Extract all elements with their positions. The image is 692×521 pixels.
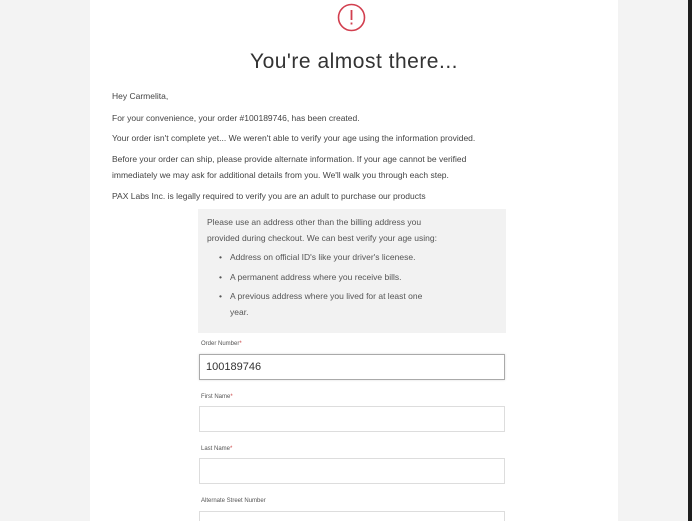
ship-info-text-1: Before your order can ship, please provi… [112,154,467,164]
last-name-label: Last Name* [201,446,232,452]
label-text: First Name [201,394,231,400]
order-number-label: Order Number* [201,341,242,347]
list-item: • A permanent address where you receive b… [219,271,402,282]
info-box-text: Please use an address other than the bil… [207,215,497,246]
greeting-text: Hey Carmelita, [112,91,169,101]
list-item: • A previous address where you lived for … [219,291,423,301]
info-line-1: Please use an address other than the bil… [207,217,422,227]
order-created-text: For your convenience, your order #100189… [112,113,360,123]
label-text: Order Number [201,341,240,347]
page-title: You're almost there... [249,50,458,73]
legal-notice-text: PAX Labs Inc. is legally required to ver… [112,191,426,201]
order-number-value: 100189746 [206,361,262,373]
list-item-continuation: year. [207,305,497,321]
list-item: • Address on official ID's like your driv… [219,252,416,262]
street-number-label: Alternate Street Number [201,498,266,504]
window-edge [688,0,692,521]
list-item-text: year. [230,306,249,317]
required-marker: * [239,341,242,347]
first-name-input[interactable] [199,406,505,432]
first-name-label: First Name* [201,394,233,400]
email-page: You're almost there... Hey Carmelita, Fo… [90,0,618,521]
order-incomplete-text: Your order isn't complete yet... We were… [112,133,476,143]
last-name-input[interactable] [199,458,505,484]
address-info-box: Please use an address other than the bil… [198,209,506,333]
required-marker: * [230,446,233,452]
order-number-input[interactable]: 100189746 [199,354,505,380]
page-background-left [0,0,90,521]
list-item-text: A permanent address where you receive bi… [230,271,402,282]
street-number-input[interactable] [199,511,505,521]
label-text: Alternate Street Number [201,498,266,504]
ship-info-text-2: immediately we may ask for additional de… [112,170,449,180]
list-item-text: Address on official ID's like your drive… [230,252,416,262]
label-text: Last Name [201,446,231,452]
page-background-right [618,0,692,521]
exclamation-circle-icon [337,3,366,32]
info-line-2: provided during checkout. We can best ve… [207,232,437,243]
required-marker: * [230,394,233,400]
list-item-text: A previous address where you lived for a… [230,291,423,301]
address-options-list: • Address on official ID's like your driv… [207,250,497,324]
